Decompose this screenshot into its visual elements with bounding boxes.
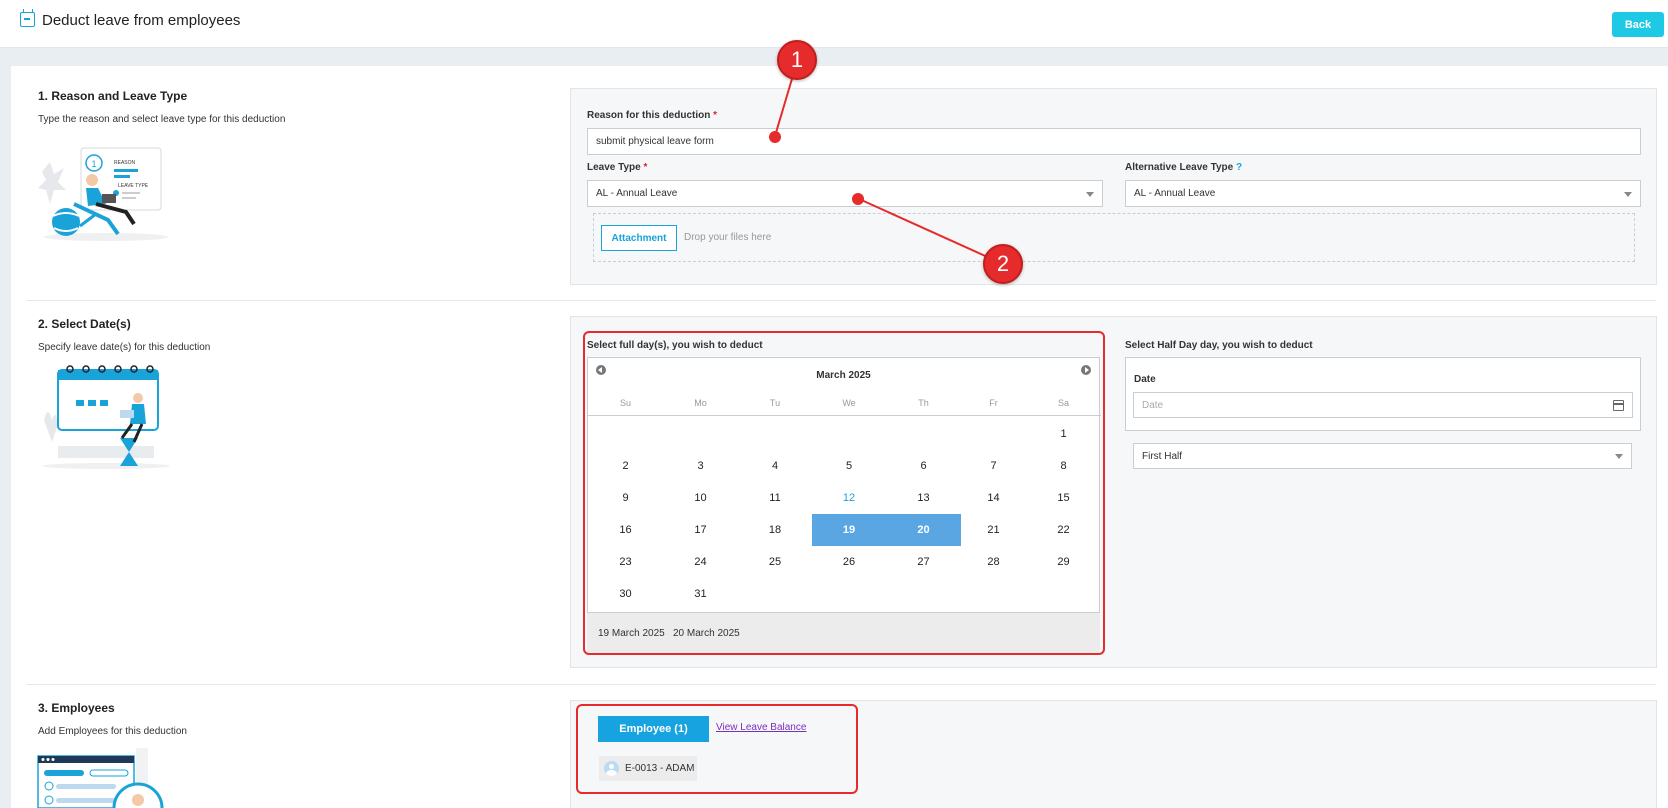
section-3-title: 3. Employees bbox=[38, 701, 115, 715]
illustration-reason-label: REASON bbox=[114, 160, 136, 166]
attachment-button[interactable]: Attachment bbox=[601, 225, 677, 251]
illustration-leave-type-label: LEAVE TYPE bbox=[118, 183, 149, 189]
annotation-marker-2: 2 bbox=[983, 244, 1023, 284]
employees-illustration bbox=[37, 748, 164, 808]
illustration-step-number: 1 bbox=[91, 159, 96, 169]
leave-type-label: Leave Type * bbox=[587, 162, 648, 173]
calendar-icon[interactable] bbox=[1613, 400, 1624, 411]
help-icon: ? bbox=[1235, 162, 1243, 173]
chevron-down-icon bbox=[1624, 192, 1632, 197]
section-divider-2 bbox=[26, 684, 1656, 685]
reason-illustration: 1 REASON LEAVE TYPE bbox=[38, 147, 168, 241]
date-label: Date bbox=[1134, 374, 1156, 385]
page-title: Deduct leave from employees bbox=[42, 12, 241, 29]
highlight-employees bbox=[576, 704, 858, 794]
half-day-date-box: Date Date bbox=[1125, 357, 1641, 431]
drop-hint: Drop your files here bbox=[684, 232, 772, 243]
half-day-date-input[interactable]: Date bbox=[1133, 392, 1633, 418]
back-button[interactable]: Back bbox=[1612, 12, 1664, 37]
annotation-marker-1: 1 bbox=[777, 40, 817, 80]
annotation-dot-2 bbox=[852, 193, 864, 205]
leave-type-select[interactable]: AL - Annual Leave bbox=[587, 180, 1103, 207]
section-divider-1 bbox=[26, 300, 1656, 301]
reason-label: Reason for this deduction * bbox=[587, 110, 718, 121]
annotation-dot-1 bbox=[769, 131, 781, 143]
section-3-desc: Add Employees for this deduction bbox=[38, 726, 187, 737]
section-2-desc: Specify leave date(s) for this deduction bbox=[38, 342, 211, 353]
section-2-title: 2. Select Date(s) bbox=[38, 317, 131, 331]
half-select[interactable]: First Half bbox=[1133, 443, 1632, 469]
calendar-minus-icon bbox=[20, 9, 35, 27]
alt-leave-type-select[interactable]: AL - Annual Leave bbox=[1125, 180, 1641, 207]
half-day-label: Select Half Day day, you wish to deduct bbox=[1125, 340, 1313, 351]
calendar-illustration bbox=[42, 365, 170, 469]
section-1-desc: Type the reason and select leave type fo… bbox=[38, 114, 286, 125]
section-1-title: 1. Reason and Leave Type bbox=[38, 89, 188, 103]
highlight-calendar bbox=[583, 331, 1105, 655]
chevron-down-icon bbox=[1615, 454, 1623, 459]
reason-input[interactable]: submit physical leave form bbox=[587, 128, 1641, 155]
top-bar: Deduct leave from employees Back bbox=[0, 0, 1668, 48]
alt-leave-type-label: Alternative Leave Type ? bbox=[1125, 162, 1243, 173]
chevron-down-icon bbox=[1086, 192, 1094, 197]
